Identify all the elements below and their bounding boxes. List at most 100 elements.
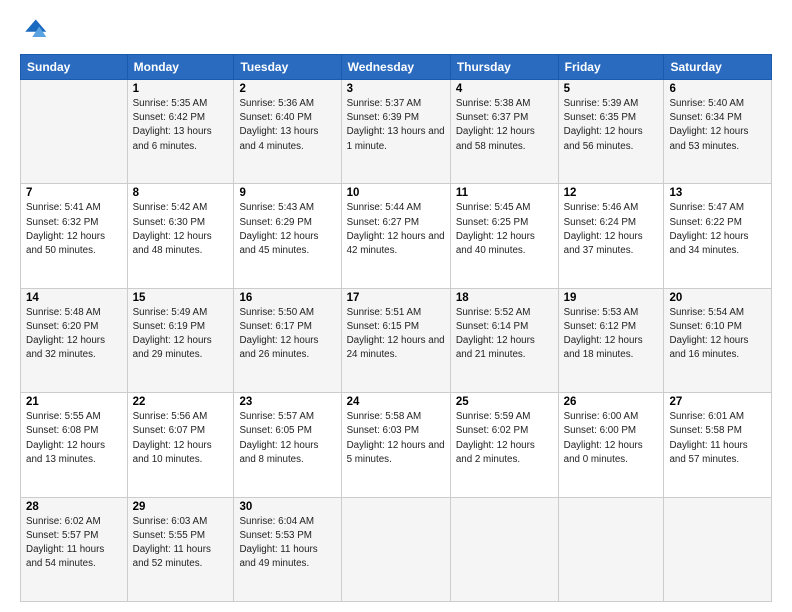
- day-info: Sunrise: 5:53 AMSunset: 6:12 PMDaylight:…: [564, 306, 659, 363]
- day-number: 27: [669, 396, 766, 408]
- day-info: Sunrise: 5:48 AMSunset: 6:20 PMDaylight:…: [26, 306, 122, 363]
- day-number: 1: [133, 83, 229, 95]
- calendar-cell: 1Sunrise: 5:35 AMSunset: 6:42 PMDaylight…: [127, 80, 234, 184]
- weekday-header: Wednesday: [341, 55, 450, 80]
- day-info: Sunrise: 5:57 AMSunset: 6:05 PMDaylight:…: [239, 410, 335, 467]
- calendar-cell: 14 Sunrise: 5:48 AMSunset: 6:20 PMDayligh…: [21, 288, 128, 392]
- calendar-cell: 30 Sunrise: 6:04 AMSunset: 5:53 PMDayligh…: [234, 497, 341, 601]
- day-number: 14: [26, 292, 122, 304]
- calendar-cell: 28Sunrise: 6:02 AMSunset: 5:57 PMDayligh…: [21, 497, 128, 601]
- day-number: 17: [347, 292, 445, 304]
- day-number: 19: [564, 292, 659, 304]
- calendar-cell: 3 Sunrise: 5:37 AMSunset: 6:39 PMDaylight…: [341, 80, 450, 184]
- day-number: 7: [26, 187, 122, 199]
- day-info: Sunrise: 5:36 AMSunset: 6:40 PMDaylight:…: [239, 97, 335, 154]
- calendar-cell: 20 Sunrise: 5:54 AMSunset: 6:10 PMDayligh…: [664, 288, 772, 392]
- day-number: 10: [347, 187, 445, 199]
- day-number: 24: [347, 396, 445, 408]
- calendar-cell: 2 Sunrise: 5:36 AMSunset: 6:40 PMDaylight…: [234, 80, 341, 184]
- day-number: 25: [456, 396, 553, 408]
- day-info: Sunrise: 5:43 AMSunset: 6:29 PMDaylight:…: [239, 201, 335, 258]
- calendar-cell: [450, 497, 558, 601]
- day-number: 30: [239, 501, 335, 513]
- day-number: 29: [133, 501, 229, 513]
- logo: [20, 16, 52, 44]
- calendar-cell: 22 Sunrise: 5:56 AMSunset: 6:07 PMDayligh…: [127, 393, 234, 497]
- calendar-cell: 11Sunrise: 5:45 AMSunset: 6:25 PMDayligh…: [450, 184, 558, 288]
- weekday-header: Monday: [127, 55, 234, 80]
- calendar-cell: 16Sunrise: 5:50 AMSunset: 6:17 PMDayligh…: [234, 288, 341, 392]
- day-number: 6: [669, 83, 766, 95]
- calendar-cell: [21, 80, 128, 184]
- day-number: 3: [347, 83, 445, 95]
- day-info: Sunrise: 6:01 AMSunset: 5:58 PMDaylight:…: [669, 410, 766, 467]
- day-info: Sunrise: 6:03 AMSunset: 5:55 PMDaylight:…: [133, 515, 229, 572]
- day-number: 20: [669, 292, 766, 304]
- day-number: 26: [564, 396, 659, 408]
- day-info: Sunrise: 5:59 AMSunset: 6:02 PMDaylight:…: [456, 410, 553, 467]
- weekday-header: Saturday: [664, 55, 772, 80]
- calendar-cell: 4 Sunrise: 5:38 AMSunset: 6:37 PMDaylight…: [450, 80, 558, 184]
- day-info: Sunrise: 5:49 AMSunset: 6:19 PMDaylight:…: [133, 306, 229, 363]
- calendar-cell: [341, 497, 450, 601]
- calendar-cell: [558, 497, 664, 601]
- calendar-cell: 10 Sunrise: 5:44 AMSunset: 6:27 PMDayligh…: [341, 184, 450, 288]
- day-info: Sunrise: 5:40 AMSunset: 6:34 PMDaylight:…: [669, 97, 766, 154]
- day-number: 2: [239, 83, 335, 95]
- calendar-cell: 6 Sunrise: 5:40 AMSunset: 6:34 PMDaylight…: [664, 80, 772, 184]
- day-number: 18: [456, 292, 553, 304]
- weekday-header: Tuesday: [234, 55, 341, 80]
- day-info: Sunrise: 5:41 AMSunset: 6:32 PMDaylight:…: [26, 201, 122, 258]
- calendar-cell: 7 Sunrise: 5:41 AMSunset: 6:32 PMDaylight…: [21, 184, 128, 288]
- weekday-header: Thursday: [450, 55, 558, 80]
- calendar-week-row: 1Sunrise: 5:35 AMSunset: 6:42 PMDaylight…: [21, 80, 772, 184]
- day-number: 15: [133, 292, 229, 304]
- page: SundayMondayTuesdayWednesdayThursdayFrid…: [0, 0, 792, 612]
- day-info: Sunrise: 5:38 AMSunset: 6:37 PMDaylight:…: [456, 97, 553, 154]
- day-number: 4: [456, 83, 553, 95]
- calendar-cell: 21 Sunrise: 5:55 AMSunset: 6:08 PMDayligh…: [21, 393, 128, 497]
- weekday-header: Sunday: [21, 55, 128, 80]
- calendar-week-row: 14 Sunrise: 5:48 AMSunset: 6:20 PMDayligh…: [21, 288, 772, 392]
- calendar-cell: 27 Sunrise: 6:01 AMSunset: 5:58 PMDayligh…: [664, 393, 772, 497]
- calendar-cell: 29 Sunrise: 6:03 AMSunset: 5:55 PMDayligh…: [127, 497, 234, 601]
- day-number: 23: [239, 396, 335, 408]
- day-info: Sunrise: 5:50 AMSunset: 6:17 PMDaylight:…: [239, 306, 335, 363]
- day-info: Sunrise: 5:47 AMSunset: 6:22 PMDaylight:…: [669, 201, 766, 258]
- calendar-cell: 5 Sunrise: 5:39 AMSunset: 6:35 PMDaylight…: [558, 80, 664, 184]
- day-number: 9: [239, 187, 335, 199]
- day-info: Sunrise: 5:52 AMSunset: 6:14 PMDaylight:…: [456, 306, 553, 363]
- calendar-cell: 9 Sunrise: 5:43 AMSunset: 6:29 PMDaylight…: [234, 184, 341, 288]
- calendar-cell: 18 Sunrise: 5:52 AMSunset: 6:14 PMDayligh…: [450, 288, 558, 392]
- calendar-cell: 12 Sunrise: 5:46 AMSunset: 6:24 PMDayligh…: [558, 184, 664, 288]
- calendar-header-row: SundayMondayTuesdayWednesdayThursdayFrid…: [21, 55, 772, 80]
- day-info: Sunrise: 5:37 AMSunset: 6:39 PMDaylight:…: [347, 97, 445, 154]
- calendar-cell: 19 Sunrise: 5:53 AMSunset: 6:12 PMDayligh…: [558, 288, 664, 392]
- day-info: Sunrise: 5:58 AMSunset: 6:03 PMDaylight:…: [347, 410, 445, 467]
- day-info: Sunrise: 6:00 AMSunset: 6:00 PMDaylight:…: [564, 410, 659, 467]
- day-info: Sunrise: 5:46 AMSunset: 6:24 PMDaylight:…: [564, 201, 659, 258]
- day-info: Sunrise: 5:39 AMSunset: 6:35 PMDaylight:…: [564, 97, 659, 154]
- day-info: Sunrise: 5:42 AMSunset: 6:30 PMDaylight:…: [133, 201, 229, 258]
- day-info: Sunrise: 5:54 AMSunset: 6:10 PMDaylight:…: [669, 306, 766, 363]
- day-number: 21: [26, 396, 122, 408]
- day-number: 28: [26, 501, 122, 513]
- header: [20, 16, 772, 44]
- day-number: 22: [133, 396, 229, 408]
- calendar-cell: 17Sunrise: 5:51 AMSunset: 6:15 PMDayligh…: [341, 288, 450, 392]
- day-number: 11: [456, 187, 553, 199]
- calendar-week-row: 21 Sunrise: 5:55 AMSunset: 6:08 PMDayligh…: [21, 393, 772, 497]
- calendar-cell: [664, 497, 772, 601]
- day-info: Sunrise: 5:56 AMSunset: 6:07 PMDaylight:…: [133, 410, 229, 467]
- day-info: Sunrise: 5:55 AMSunset: 6:08 PMDaylight:…: [26, 410, 122, 467]
- calendar-cell: 13Sunrise: 5:47 AMSunset: 6:22 PMDayligh…: [664, 184, 772, 288]
- calendar-cell: 8Sunrise: 5:42 AMSunset: 6:30 PMDaylight…: [127, 184, 234, 288]
- calendar-cell: 25 Sunrise: 5:59 AMSunset: 6:02 PMDayligh…: [450, 393, 558, 497]
- day-number: 12: [564, 187, 659, 199]
- calendar-cell: 15 Sunrise: 5:49 AMSunset: 6:19 PMDayligh…: [127, 288, 234, 392]
- day-number: 5: [564, 83, 659, 95]
- calendar-week-row: 28Sunrise: 6:02 AMSunset: 5:57 PMDayligh…: [21, 497, 772, 601]
- day-info: Sunrise: 5:44 AMSunset: 6:27 PMDaylight:…: [347, 201, 445, 258]
- logo-icon: [20, 16, 48, 44]
- day-info: Sunrise: 6:04 AMSunset: 5:53 PMDaylight:…: [239, 515, 335, 572]
